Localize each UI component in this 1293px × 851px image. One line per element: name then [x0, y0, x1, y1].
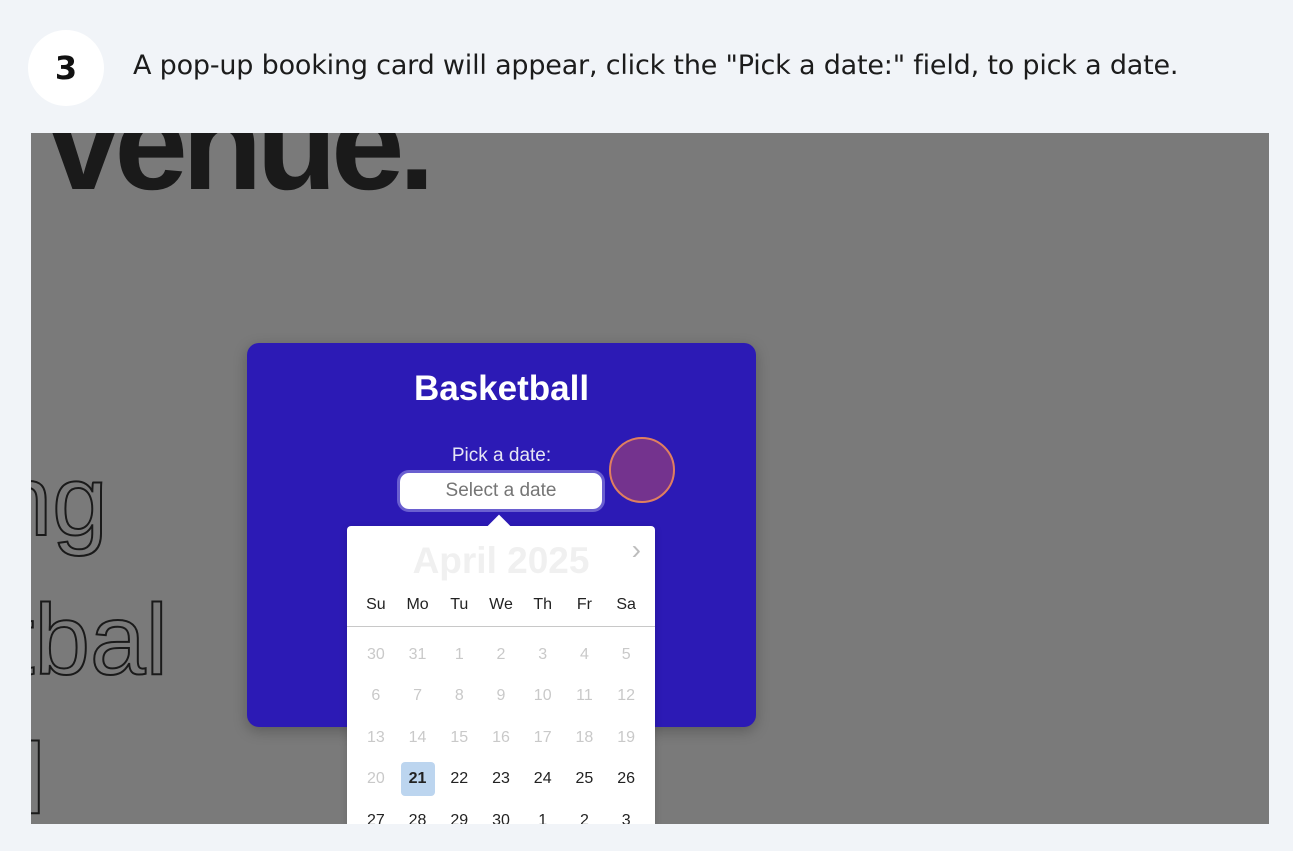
calendar-divider [347, 626, 655, 627]
booking-card-title: Basketball [413, 369, 590, 408]
weekday-label: Su [366, 596, 386, 613]
calendar-day[interactable]: 1 [455, 646, 464, 663]
weekday-label: Th [533, 596, 553, 613]
calendar-day[interactable]: 8 [455, 687, 464, 704]
chevron-right-icon[interactable]: › [632, 534, 641, 566]
screenshot-area: venue. s ming etbal ll Basketball Pick a… [31, 133, 1269, 824]
calendar-day-selected[interactable]: 21 [400, 762, 435, 797]
calendar-day[interactable]: 23 [492, 770, 510, 787]
calendar-day[interactable]: 2 [580, 812, 589, 824]
date-input[interactable] [397, 470, 605, 512]
click-indicator [609, 437, 675, 503]
calendar-day[interactable]: 1 [538, 812, 547, 824]
weekday-label: Fr [576, 596, 592, 613]
step-instruction: A pop-up booking card will appear, click… [133, 50, 1179, 81]
calendar-day[interactable]: 18 [576, 729, 594, 746]
calendar-day[interactable]: 28 [409, 812, 427, 824]
calendar-day[interactable]: 3 [622, 812, 631, 824]
calendar-day[interactable]: 19 [617, 729, 635, 746]
calendar-day[interactable]: 22 [450, 770, 468, 787]
calendar-day[interactable]: 17 [534, 729, 552, 746]
calendar-day[interactable]: 4 [580, 646, 589, 663]
weekday-label: Sa [616, 596, 636, 613]
weekday-label: Mo [406, 596, 429, 613]
calendar-day[interactable]: 16 [492, 729, 510, 746]
background-outline-text: ming [31, 445, 109, 557]
calendar-weekday-header: Su Mo Tu We Th Fr Sa [355, 596, 647, 614]
calendar-month-title: April 2025 [412, 540, 590, 581]
calendar-day[interactable]: 5 [622, 646, 631, 663]
weekday-label: Tu [450, 596, 469, 613]
background-outline-text: etbal [31, 584, 169, 696]
calendar-day[interactable]: 9 [497, 687, 506, 704]
background-heading: venue. [47, 133, 435, 217]
calendar-day[interactable]: 30 [367, 646, 385, 663]
calendar-day[interactable]: 3 [538, 646, 547, 663]
calendar-day[interactable]: 2 [497, 646, 506, 663]
calendar-day[interactable]: 13 [367, 729, 385, 746]
calendar-day[interactable]: 24 [534, 770, 552, 787]
calendar-days-grid: 30 31 1 2 3 4 5 6 7 8 9 10 11 12 13 14 15 16 17 18 19 20 21 22 2… [355, 634, 647, 824]
calendar-day[interactable]: 20 [367, 770, 385, 787]
calendar-day[interactable]: 11 [576, 687, 593, 704]
step-number-badge: 3 [28, 30, 104, 106]
calendar-day[interactable]: 26 [617, 770, 635, 787]
weekday-label: We [489, 596, 513, 613]
calendar-day[interactable]: 25 [576, 770, 594, 787]
background-outline-text: ll [31, 723, 46, 824]
calendar-day[interactable]: 6 [371, 687, 380, 704]
calendar-day[interactable]: 12 [617, 687, 635, 704]
calendar-day[interactable]: 7 [413, 687, 422, 704]
date-picker-calendar: April 2025 › Su Mo Tu We Th Fr Sa 30 31 1 2 3 4 5 6 7 8… [347, 514, 655, 824]
date-label: Pick a date: [451, 445, 552, 466]
calendar-day[interactable]: 29 [450, 812, 468, 824]
calendar-day[interactable]: 31 [409, 646, 427, 663]
calendar-day[interactable]: 30 [492, 812, 510, 824]
calendar-day[interactable]: 15 [450, 729, 468, 746]
calendar-day[interactable]: 14 [409, 729, 427, 746]
calendar-day[interactable]: 10 [534, 687, 552, 704]
calendar-day[interactable]: 27 [367, 812, 385, 824]
